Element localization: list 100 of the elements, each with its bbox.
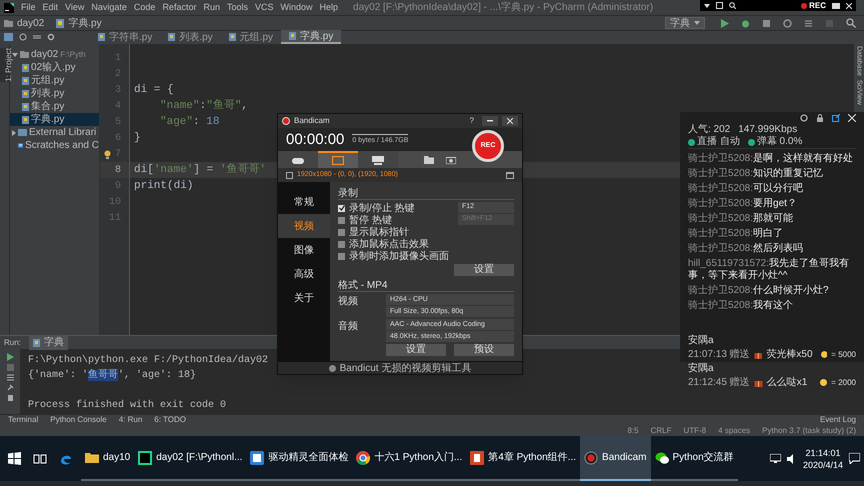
close-icon[interactable] — [848, 114, 856, 122]
dialog-button[interactable]: 预设 — [454, 344, 514, 356]
settings-menu-item[interactable]: 图像 — [278, 238, 330, 262]
option-label: 暂停 热键 — [349, 214, 392, 226]
help-button[interactable]: ? — [466, 115, 478, 127]
run-configuration-dropdown[interactable]: 字典 — [665, 17, 705, 29]
status-item[interactable]: 8:5 — [627, 424, 639, 436]
settings-icon[interactable] — [47, 33, 55, 41]
close-button[interactable] — [502, 116, 518, 126]
search-icon[interactable] — [729, 2, 736, 9]
caret-icon[interactable] — [704, 4, 710, 8]
taskbar-app[interactable]: day02 [F:\Pythonl... — [134, 436, 246, 481]
layout-icon[interactable] — [6, 374, 14, 381]
tool-window-tab[interactable]: Python Console — [50, 414, 107, 426]
window-icon[interactable] — [506, 172, 514, 178]
settings-menu-item[interactable]: 视频 — [278, 214, 330, 238]
clock-date[interactable]: 2020/4/14 — [802, 458, 843, 470]
trash-icon[interactable] — [6, 394, 14, 401]
dialog-button[interactable]: 设置 — [386, 344, 446, 356]
tree-file-row[interactable]: 02输入.py — [10, 61, 99, 74]
windows-start-icon[interactable] — [8, 452, 21, 465]
editor-tab[interactable]: 列表.py — [160, 30, 221, 44]
task-view-icon[interactable] — [33, 452, 47, 466]
menu-item[interactable]: Navigate — [91, 0, 127, 14]
run-panel-label: Run: — [4, 336, 21, 348]
debug-icon[interactable] — [741, 18, 750, 28]
editor-tab[interactable]: 字符串.py — [90, 30, 160, 44]
collapse-icon[interactable] — [33, 33, 41, 41]
checkbox[interactable] — [338, 204, 345, 212]
menu-item[interactable]: Help — [320, 0, 338, 14]
tree-file-row[interactable]: 字典.py — [10, 113, 99, 126]
menu-item[interactable]: Tools — [226, 0, 248, 14]
gift-time: 21:07:13 赠送 — [688, 348, 750, 360]
expand-arrow-icon[interactable] — [12, 52, 18, 56]
status-item[interactable]: Python 3.7 (task study) (2) — [762, 424, 856, 436]
breadcrumb[interactable]: 字典.py — [68, 16, 102, 30]
mode-tab[interactable] — [358, 151, 398, 168]
checkbox[interactable] — [338, 240, 345, 248]
tree-item[interactable]: Scratches and C — [25, 138, 99, 153]
event-log-tab[interactable]: Event Log — [820, 414, 856, 426]
caret-icon — [694, 21, 700, 25]
section-heading: 录制 — [338, 186, 514, 200]
collapse-arrow-icon[interactable] — [12, 130, 16, 136]
tree-item[interactable]: External Librari — [29, 125, 96, 140]
taskbar-app[interactable]: Python交流群 — [650, 436, 738, 481]
close-icon[interactable] — [846, 2, 852, 8]
tool-window-tab[interactable]: 6: TODO — [154, 414, 186, 426]
checkbox[interactable] — [338, 252, 345, 260]
code-line: "age": 18 — [160, 114, 220, 130]
app-icon — [356, 450, 370, 464]
run-icon[interactable] — [721, 18, 729, 28]
menu-item[interactable]: Code — [134, 0, 156, 14]
status-item[interactable]: UTF-8 — [683, 424, 706, 436]
mode-tab[interactable] — [278, 151, 318, 168]
editor-tab[interactable]: 字典.py — [281, 30, 342, 44]
taskbar-app[interactable]: day10 — [81, 436, 134, 481]
tree-file-row[interactable]: 元组.py — [10, 74, 99, 87]
status-item[interactable]: CRLF — [650, 424, 672, 436]
external-link-icon[interactable] — [832, 114, 840, 122]
tool-window-tab[interactable]: Terminal — [8, 414, 38, 426]
editor-tab[interactable]: 元组.py — [220, 30, 282, 44]
menu-item[interactable]: VCS — [254, 0, 274, 14]
chat-message: 骑士护卫5208:是啊，这样就有有好处 — [688, 153, 854, 165]
locate-icon[interactable] — [19, 33, 27, 41]
pin-icon[interactable] — [6, 384, 14, 391]
status-item[interactable]: 4 spaces — [718, 424, 750, 436]
gift-value: = 5000 — [831, 348, 856, 360]
app-logo-icon[interactable] — [4, 2, 14, 12]
tree-item[interactable]: day02 — [31, 47, 58, 62]
settings-menu-item[interactable]: 关于 — [278, 286, 330, 310]
menu-item[interactable]: Run — [203, 0, 220, 14]
settings-button[interactable]: 设置 — [454, 264, 514, 276]
breadcrumb[interactable]: day02 — [17, 16, 44, 30]
run-tab[interactable]: 字典 — [28, 335, 68, 350]
checkbox[interactable] — [338, 216, 345, 224]
tree-file-row[interactable]: 列表.py — [10, 87, 99, 100]
clock-time[interactable]: 21:14:01 — [805, 446, 840, 458]
menu-item[interactable]: Refactor — [162, 0, 196, 14]
camera-icon[interactable] — [832, 2, 840, 8]
lock-icon[interactable] — [816, 114, 824, 122]
settings-menu-item[interactable]: 高级 — [278, 262, 330, 286]
lightbulb-icon[interactable] — [104, 150, 111, 158]
notification-icon[interactable] — [849, 453, 860, 464]
menu-item[interactable]: File — [21, 0, 36, 14]
taskbar-app[interactable]: 驱动精灵全面体检 — [246, 436, 352, 481]
tool-window-tab[interactable]: 4: Run — [118, 414, 142, 426]
settings-menu-item[interactable]: 常规 — [278, 190, 330, 214]
menu-item[interactable]: Edit — [42, 0, 58, 14]
checkbox[interactable] — [338, 228, 345, 236]
network-icon[interactable] — [770, 454, 781, 463]
rerun-icon[interactable] — [6, 353, 14, 361]
menu-item[interactable]: Window — [280, 0, 313, 14]
taskbar-app[interactable]: Bandicam — [580, 436, 651, 481]
taskbar-app[interactable]: 十六1 Python入门... — [352, 436, 466, 481]
profile-icon[interactable] — [783, 18, 792, 28]
settings-icon[interactable] — [800, 114, 808, 122]
tree-file-row[interactable]: 集合.py — [10, 100, 99, 113]
checkbox[interactable] — [286, 172, 293, 178]
menu-item[interactable]: View — [65, 0, 84, 14]
minimize-button[interactable] — [482, 116, 498, 126]
